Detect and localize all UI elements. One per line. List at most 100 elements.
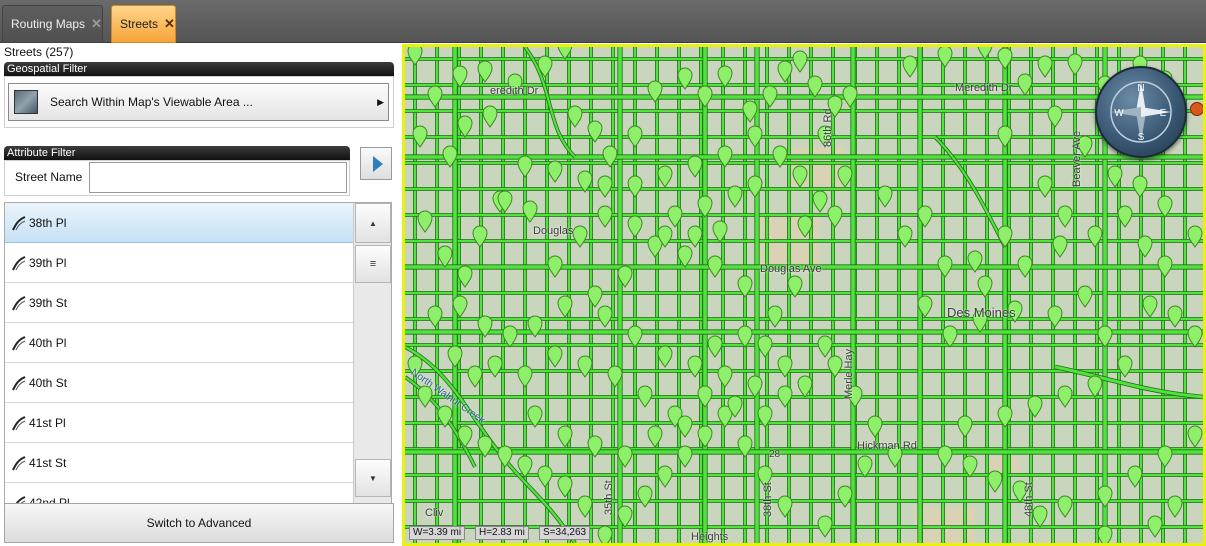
- street-segment: [934, 136, 1006, 248]
- street-marker-pin: [627, 175, 643, 198]
- switch-to-advanced-button[interactable]: Switch to Advanced: [4, 503, 394, 543]
- scroll-up-button[interactable]: ▲: [355, 203, 391, 243]
- street-name: 40th St: [29, 375, 68, 390]
- street-marker-pin: [572, 225, 588, 248]
- list-item[interactable]: 39th St: [5, 283, 353, 323]
- geospatial-filter-header: Geospatial Filter: [4, 62, 394, 76]
- list-item[interactable]: 41st St: [5, 443, 353, 483]
- map-view[interactable]: eredith Dr Meredith Dr Douglas Ave Des M…: [402, 44, 1206, 546]
- street-icon: [12, 415, 26, 430]
- street-marker-pin: [1087, 225, 1103, 248]
- list-item[interactable]: 40th Pl: [5, 323, 353, 363]
- street-marker-pin: [817, 335, 833, 358]
- street-name: 41st St: [29, 455, 67, 470]
- map-label-beaver-ave: Beaver Ave: [1071, 130, 1083, 187]
- street-marker-pin: [657, 165, 673, 188]
- compass-icon[interactable]: N S E W: [1095, 66, 1187, 158]
- attribute-filter-header: Attribute Filter: [4, 146, 350, 160]
- street-marker-pin: [487, 355, 503, 378]
- street-marker-pin: [717, 365, 733, 388]
- compass-rose-icon: N S E W: [1110, 81, 1172, 143]
- street-marker-pin: [1037, 55, 1053, 78]
- list-item[interactable]: 41st Pl: [5, 403, 353, 443]
- street-marker-pin: [637, 385, 653, 408]
- street-marker-pin: [937, 255, 953, 278]
- tab-routing-maps-label: Routing Maps: [11, 17, 86, 31]
- street-marker-pin: [1157, 445, 1173, 468]
- street-marker-pin: [1142, 295, 1158, 318]
- map-scale-readout: S=34,263: [539, 526, 591, 540]
- street-marker-pin: [1077, 285, 1093, 308]
- street-marker-pin: [482, 105, 498, 128]
- streets-panel: Streets (257) Geospatial Filter Search W…: [0, 43, 400, 546]
- street-marker-pin: [407, 47, 423, 66]
- map-width-readout: W=3.39 mi: [409, 526, 466, 540]
- map-label-38th-st: 38th St: [762, 482, 774, 517]
- street-marker-pin: [817, 515, 833, 538]
- street-marker-pin: [937, 445, 953, 468]
- location-pin-icon[interactable]: [1190, 102, 1203, 116]
- street-name-input[interactable]: [89, 162, 347, 193]
- apply-filter-button[interactable]: [360, 147, 392, 180]
- street-marker-pin: [547, 345, 563, 368]
- search-viewable-area-label: Search Within Map's Viewable Area ...: [50, 95, 253, 109]
- tab-streets-label: Streets: [120, 17, 159, 31]
- search-viewable-area-button[interactable]: Search Within Map's Viewable Area ... ▶: [8, 83, 389, 121]
- street-marker-pin: [537, 465, 553, 488]
- close-icon[interactable]: ✕: [91, 16, 102, 32]
- map-label-35th-st: 35th St: [603, 480, 615, 515]
- street-marker-pin: [427, 305, 443, 328]
- street-marker-pin: [1067, 53, 1083, 76]
- street-marker-pin: [1187, 425, 1203, 448]
- scroll-down-button[interactable]: ▼: [355, 459, 391, 497]
- street-marker-pin: [597, 305, 613, 328]
- map-thumbnail-icon: [14, 90, 38, 114]
- street-marker-pin: [597, 175, 613, 198]
- list-item[interactable]: 39th Pl: [5, 243, 353, 283]
- street-icon: [12, 295, 26, 310]
- street-marker-pin: [827, 355, 843, 378]
- map-label-48th-st: 48th St: [1023, 482, 1035, 517]
- street-marker-pin: [957, 415, 973, 438]
- street-name: 39th St: [29, 295, 68, 310]
- street-marker-pin: [517, 365, 533, 388]
- street-marker-pin: [877, 185, 893, 208]
- list-item[interactable]: 40th St: [5, 363, 353, 403]
- street-marker-pin: [707, 335, 723, 358]
- street-name: 41st Pl: [29, 415, 66, 430]
- street-marker-pin: [517, 155, 533, 178]
- street-marker-pin: [1057, 205, 1073, 228]
- street-map-canvas[interactable]: [405, 47, 1203, 543]
- map-label-28: 28: [769, 449, 781, 460]
- close-icon[interactable]: ✕: [164, 16, 175, 32]
- street-marker-pin: [827, 205, 843, 228]
- street-icon: [12, 215, 26, 230]
- map-label-hickman-rd: Hickman Rd: [857, 440, 917, 452]
- list-scrollbar[interactable]: ▲ ≡ ▼: [353, 203, 391, 540]
- street-icon: [12, 455, 26, 470]
- street-marker-pin: [1052, 235, 1068, 258]
- map-label-86th-rd: 86th Rd: [822, 108, 834, 147]
- tab-bar: Routing Maps ✕ Streets ✕: [0, 0, 1206, 43]
- street-marker-pin: [1057, 495, 1073, 518]
- street-marker-pin: [657, 345, 673, 368]
- street-marker-pin: [902, 55, 918, 78]
- scroll-thumb[interactable]: ≡: [355, 245, 391, 283]
- map-label-des-moines: Des Moines: [947, 305, 1016, 320]
- compass-e: E: [1160, 108, 1167, 119]
- street-name: 39th Pl: [29, 255, 67, 270]
- street-marker-pin: [597, 205, 613, 228]
- street-marker-pin: [547, 160, 563, 183]
- tab-streets[interactable]: Streets ✕: [111, 5, 176, 43]
- list-item[interactable]: 38th Pl: [5, 203, 353, 243]
- map-label-douglas-park: Douglas: [533, 225, 574, 237]
- street-marker-pin: [727, 185, 743, 208]
- street-marker-pin: [647, 425, 663, 448]
- compass-s: S: [1138, 132, 1145, 143]
- street-marker-pin: [1032, 505, 1048, 528]
- street-marker-pin: [1132, 175, 1148, 198]
- street-marker-pin: [1097, 485, 1113, 508]
- tab-routing-maps[interactable]: Routing Maps ✕: [2, 5, 103, 43]
- map-label-heights: Heights: [691, 531, 729, 543]
- street-marker-pin: [547, 255, 563, 278]
